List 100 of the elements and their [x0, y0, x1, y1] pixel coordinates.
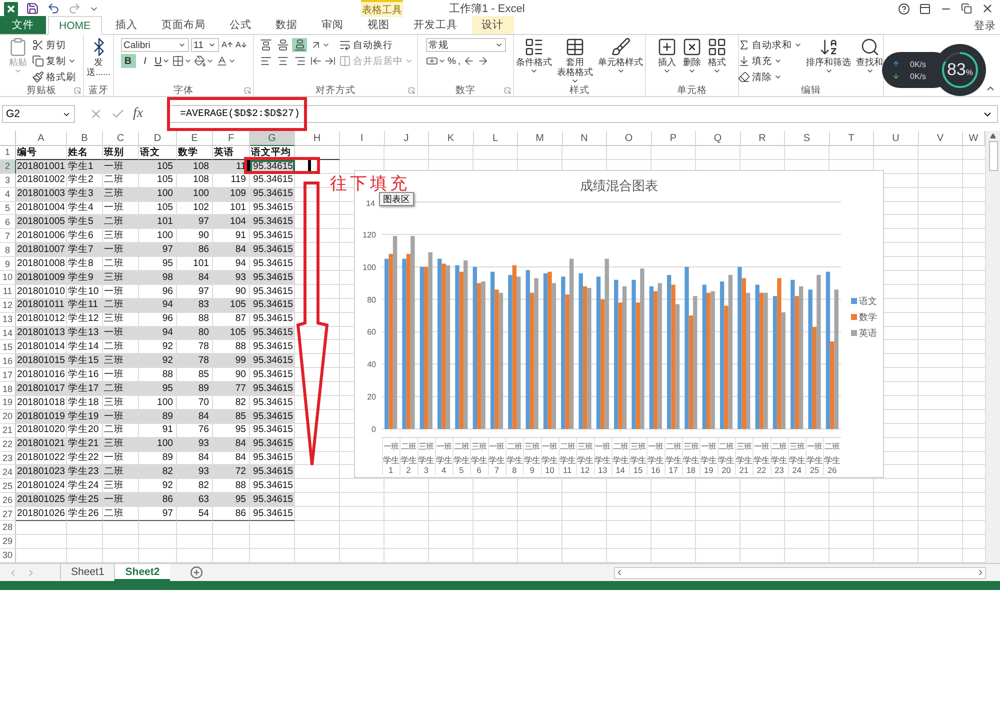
ribbon-tab[interactable]: HOME: [48, 16, 102, 35]
column-header[interactable]: S: [785, 131, 830, 146]
ribbon-tab[interactable]: 公式: [220, 16, 262, 34]
column-header[interactable]: G: [250, 131, 295, 146]
ribbon-button[interactable]: 填充: [738, 54, 782, 68]
dropdown-field[interactable]: 11: [190, 38, 218, 52]
row-header[interactable]: 19: [0, 396, 16, 410]
row-header[interactable]: 9: [0, 257, 16, 272]
row-header[interactable]: 14: [0, 326, 16, 340]
column-header[interactable]: O: [607, 131, 652, 146]
row-header[interactable]: 22: [0, 438, 16, 452]
ribbon-button[interactable]: 剪切: [32, 38, 66, 52]
ribbon-tab[interactable]: 设计: [472, 16, 514, 34]
column-header[interactable]: L: [474, 131, 518, 146]
column-header[interactable]: U: [874, 131, 918, 146]
column-header[interactable]: M: [518, 131, 562, 146]
row-header[interactable]: 6: [0, 215, 16, 230]
row-header[interactable]: 15: [0, 340, 16, 354]
formula-field[interactable]: =AVERAGE($D$2:$D$27): [167, 105, 998, 123]
column-header[interactable]: C: [103, 131, 139, 146]
ribbon-button[interactable]: 插入: [656, 37, 678, 84]
axis-label: 学生19: [700, 455, 718, 475]
ribbon-button[interactable]: 查找和: [855, 37, 884, 84]
row-header[interactable]: 17: [0, 368, 16, 382]
ribbon-button[interactable]: 清除: [738, 70, 782, 84]
row-header[interactable]: 1: [0, 146, 16, 160]
column-header[interactable]: T: [830, 131, 874, 146]
column-header[interactable]: F: [213, 131, 250, 146]
table-cell: 95.34615: [250, 298, 295, 313]
name-box[interactable]: G2: [2, 105, 75, 123]
column-header[interactable]: J: [384, 131, 429, 146]
ribbon-tab[interactable]: 开发工具: [404, 16, 468, 34]
group-label: 剪贴板: [26, 84, 56, 96]
row-header[interactable]: 2: [0, 160, 16, 174]
column-header[interactable]: K: [429, 131, 474, 146]
table-cell: 201801001: [16, 160, 67, 174]
row-header[interactable]: 26: [0, 493, 16, 508]
sign-in-link[interactable]: 登录: [974, 18, 996, 32]
dropdown-field[interactable]: 常规: [426, 38, 506, 52]
axis-label: 一班: [648, 441, 664, 453]
ribbon-button[interactable]: %: [448, 56, 456, 66]
ribbon-button[interactable]: 格式: [706, 37, 728, 84]
ribbon-button[interactable]: 复制: [32, 54, 76, 68]
column-header[interactable]: I: [340, 131, 384, 146]
row-header[interactable]: 28: [0, 521, 16, 535]
column-header[interactable]: A: [16, 131, 67, 146]
ribbon-button[interactable]: 条件格式: [515, 37, 553, 85]
dropdown-field[interactable]: Calibri: [120, 38, 188, 52]
row-header[interactable]: 8: [0, 243, 16, 258]
row-header[interactable]: 10: [0, 271, 16, 285]
ribbon-tab[interactable]: 文件: [0, 16, 46, 34]
column-header[interactable]: V: [918, 131, 963, 146]
table-cell: 95.34615: [250, 452, 295, 466]
row-header[interactable]: 21: [0, 424, 16, 438]
toggle-button[interactable]: U: [154, 54, 170, 68]
toggle-button[interactable]: I: [138, 54, 152, 68]
row-header[interactable]: 16: [0, 354, 16, 368]
ribbon-button[interactable]: ,: [458, 56, 461, 66]
ribbon-tab[interactable]: 页面布局: [152, 16, 216, 34]
row-header[interactable]: 30: [0, 548, 16, 563]
column-header[interactable]: E: [177, 131, 213, 146]
ribbon-button[interactable]: 自动求和: [738, 38, 802, 52]
ribbon-tab[interactable]: 视图: [358, 16, 400, 34]
toggle-button[interactable]: B: [120, 54, 136, 68]
ribbon-button[interactable]: 格式刷: [32, 70, 76, 84]
column-header[interactable]: R: [740, 131, 785, 146]
row-header[interactable]: 5: [0, 202, 16, 216]
row-header[interactable]: 25: [0, 479, 16, 494]
row-header[interactable]: 3: [0, 174, 16, 188]
ribbon-button[interactable]: 套用 表格格式: [556, 37, 594, 85]
column-header[interactable]: D: [139, 131, 177, 146]
ribbon-button[interactable]: 发 送......: [86, 37, 112, 84]
table-cell: 94: [139, 298, 177, 313]
sheet-tab[interactable]: Sheet2: [114, 564, 170, 581]
row-header[interactable]: 23: [0, 452, 16, 466]
row-header[interactable]: 18: [0, 382, 16, 396]
ribbon-button[interactable]: 自动换行: [339, 38, 393, 52]
row-header[interactable]: 20: [0, 410, 16, 424]
column-header[interactable]: P: [652, 131, 696, 146]
row-header[interactable]: 4: [0, 188, 16, 202]
column-header[interactable]: Q: [696, 131, 740, 146]
column-header[interactable]: N: [562, 131, 607, 146]
ribbon-button[interactable]: 删除: [681, 37, 703, 84]
row-header[interactable]: 12: [0, 298, 16, 313]
axis-label: 学生4: [435, 455, 452, 475]
row-header[interactable]: 27: [0, 507, 16, 522]
row-header[interactable]: 11: [0, 284, 16, 299]
ribbon-button[interactable]: 单元格样式: [597, 37, 644, 85]
ribbon-tab[interactable]: 数据: [266, 16, 308, 34]
column-header[interactable]: H: [295, 131, 340, 146]
column-header[interactable]: B: [67, 131, 103, 146]
row-header[interactable]: 7: [0, 229, 16, 244]
ribbon-tab[interactable]: 插入: [106, 16, 148, 34]
row-header[interactable]: 24: [0, 465, 16, 480]
insert-function-button[interactable]: fx: [133, 106, 144, 122]
row-header[interactable]: 13: [0, 312, 16, 327]
ribbon-button[interactable]: 排序和筛选: [805, 37, 852, 84]
ribbon-tab[interactable]: 审阅: [312, 16, 354, 34]
row-header[interactable]: 29: [0, 534, 16, 549]
column-header[interactable]: W: [963, 131, 985, 146]
